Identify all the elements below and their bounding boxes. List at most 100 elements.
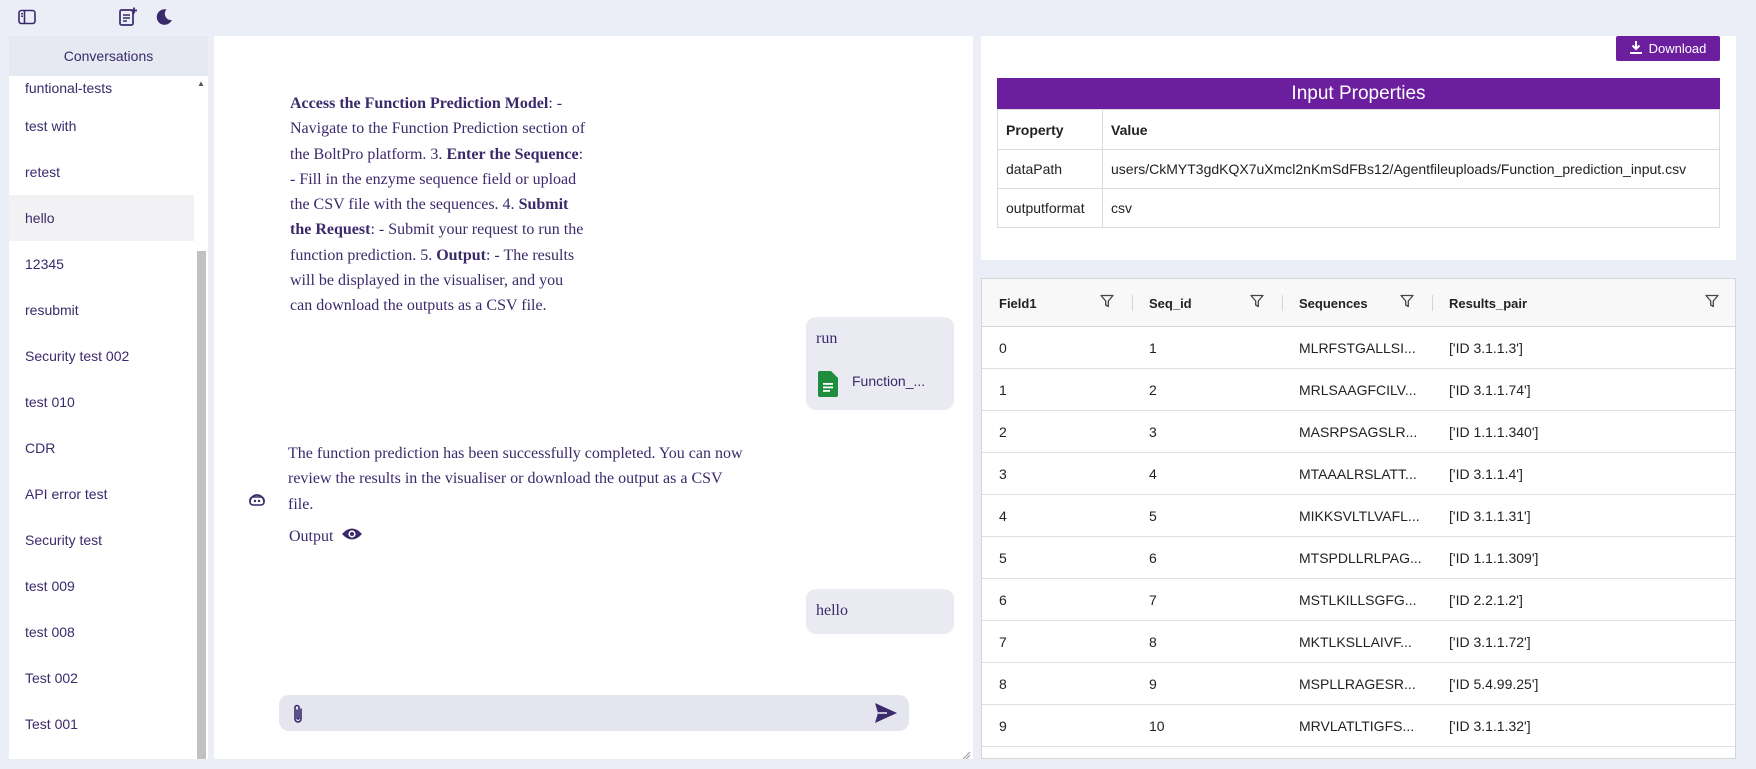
table-cell: MIKKSVLTLVAFL... [1299,508,1420,524]
sidebar-toggle-icon[interactable] [16,6,38,28]
bot-message-line: Access the Function Prediction Model: - [290,91,610,116]
sidebar-item-conversation[interactable]: retest [9,149,194,195]
sidebar-item-conversation[interactable]: Test 002 [9,655,194,701]
table-cell: ['ID 2.2.1.2'] [1449,592,1523,608]
bot-message: Access the Function Prediction Model: - N… [290,91,610,319]
sidebar-item-conversation[interactable]: Security test [9,517,194,563]
bot-message-line: Navigate to the Function Prediction sect… [290,116,610,141]
filter-icon[interactable] [1400,294,1416,310]
attachment-filename[interactable]: Function_... [852,373,925,389]
moon-icon[interactable] [153,6,175,28]
bot-message-line: review the results in the visualiser or … [288,470,723,488]
table-cell: MTSPDLLRLPAG... [1299,550,1422,566]
table-row[interactable]: 6 7 MSTLKILLSGFG... ['ID 2.2.1.2'] [982,579,1735,621]
output-label: Output [289,527,334,545]
table-row[interactable]: 7 8 MKTLKSLLAIVF... ['ID 3.1.1.72'] [982,621,1735,663]
sidebar-item-conversation[interactable]: 12345 [9,241,194,287]
download-button[interactable]: Download [1616,36,1720,61]
bold-text: Output [436,246,486,264]
table-cell: 0 [999,340,1007,356]
table-cell: 8 [999,676,1007,692]
table-row[interactable]: 9 10 MRVLATLTIGFS... ['ID 3.1.1.32'] [982,705,1735,747]
sidebar-scrollbar[interactable]: ▲ ▼ [195,76,208,759]
table-cell: ['ID 1.1.1.309'] [1449,550,1539,566]
bold-text: the Request [290,221,371,239]
text-span: : - The results [485,246,575,264]
table-cell: ['ID 3.1.1.74'] [1449,382,1531,398]
user-message-bubble: run Function_... [806,317,954,410]
table-cell: ['ID 3.1.1.32'] [1449,718,1531,734]
table-row[interactable]: 4 5 MIKKSVLTLVAFL... ['ID 3.1.1.31'] [982,495,1735,537]
top-bar [0,0,1756,34]
bot-message-line: can download the outputs as a CSV file. [290,293,610,318]
table-cell: 9 [1149,676,1157,692]
new-note-icon[interactable] [117,6,139,28]
property-name: outputformat [997,188,1103,228]
table-cell: ['ID 3.1.1.72'] [1449,634,1531,650]
property-row: dataPath users/CkMYT3gdKQX7uXmcl2nKmSdFBs… [997,149,1720,189]
bot-message-line: the CSV file with the sequences. 4. Subm… [290,192,610,217]
bold-text: Access the Function Prediction Model [290,95,549,112]
message-composer [279,695,909,731]
sidebar-item-conversation[interactable]: API error test [9,471,194,517]
user-message-text: hello [816,602,848,619]
resize-handle-icon[interactable] [961,747,971,759]
input-properties-card: Download Input Properties Property Value… [981,36,1736,260]
sidebar-item-conversation[interactable]: funtional-tests [9,73,194,103]
table-cell: 2 [999,424,1007,440]
scroll-up-arrow[interactable]: ▲ [197,79,205,88]
table-cell: MLRFSTGALLSI... [1299,340,1416,356]
eye-icon[interactable] [341,527,363,546]
table-cell: 7 [1149,592,1157,608]
table-cell: 3 [999,466,1007,482]
table-cell: 6 [999,592,1007,608]
scrollbar-thumb[interactable] [197,251,206,759]
send-icon[interactable] [874,702,898,729]
table-cell: 4 [999,508,1007,524]
sidebar-item-conversation[interactable]: CDR [9,425,194,471]
table-row[interactable]: 0 1 MLRFSTGALLSI... ['ID 3.1.1.3'] [982,327,1735,369]
property-name: dataPath [997,149,1103,189]
bold-text: Submit [518,196,569,214]
table-row[interactable]: 5 6 MTSPDLLRLPAG... ['ID 1.1.1.309'] [982,537,1735,579]
text-span: function prediction. 5. [290,246,437,264]
bot-message-line: the Request: - Submit your request to ru… [290,217,610,242]
paperclip-icon[interactable] [291,703,305,730]
filter-icon[interactable] [1250,294,1266,310]
text-span: Navigate to the Function Prediction sect… [290,120,586,138]
table-cell: 8 [1149,634,1157,650]
sidebar-item-conversation[interactable]: test 009 [9,563,194,609]
sidebar-item-conversation[interactable]: hello [9,195,194,241]
sidebar-item-conversation[interactable]: test 010 [9,379,194,425]
sidebar-item-conversation[interactable]: Security test 002 [9,333,194,379]
filter-icon[interactable] [1100,294,1116,310]
table-row[interactable]: 8 9 MSPLLRAGESR... ['ID 5.4.99.25'] [982,663,1735,705]
table-row[interactable]: 3 4 MTAAALRSLATT... ['ID 3.1.1.4'] [982,453,1735,495]
table-cell: 6 [1149,550,1157,566]
download-icon [1629,40,1642,57]
sidebar-item-conversation[interactable]: test 008 [9,609,194,655]
table-row[interactable]: 2 3 MASRPSAGSLR... ['ID 1.1.1.340'] [982,411,1735,453]
bot-message-line: the BoltPro platform. 3. Enter the Seque… [290,142,610,167]
table-cell: ['ID 5.4.99.25'] [1449,676,1539,692]
column-header[interactable]: Results_pair [1432,279,1735,327]
table-row[interactable]: 1 2 MRLSAAGFCILV... ['ID 3.1.1.74'] [982,369,1735,411]
property-value: users/CkMYT3gdKQX7uXmcl2nKmSdFBs12/Agent… [1102,149,1720,189]
text-span: the CSV file with the sequences. 4. [290,196,519,214]
bold-text: Enter the Sequence [446,145,579,163]
grid-header: Field1 Seq_id Sequences Results_pair [982,279,1735,327]
sidebar-item-conversation[interactable]: Test 001 [9,701,194,747]
property-row: outputformat csv [997,188,1720,228]
property-value: csv [1102,188,1720,228]
sidebar-item-conversation[interactable]: test with [9,103,194,149]
message-input[interactable] [319,701,859,725]
table-cell: MRLSAAGFCILV... [1299,382,1417,398]
csv-file-icon [818,371,838,402]
sidebar-item-conversation[interactable]: resubmit [9,287,194,333]
table-cell: MSPLLRAGESR... [1299,676,1416,692]
filter-icon[interactable] [1705,294,1721,310]
text-span: : - [548,95,563,112]
conversation-list: funtional-tests test with retest hello 12345… [9,76,194,759]
table-cell: MTAAALRSLATT... [1299,466,1417,482]
output-link[interactable]: Output [289,527,363,546]
